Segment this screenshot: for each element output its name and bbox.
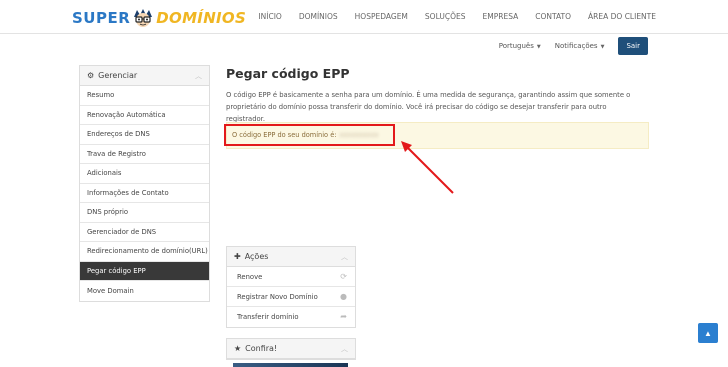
sidebar-item-resumo[interactable]: Resumo: [80, 86, 209, 106]
action-transferir-dominio[interactable]: Transferir domínio ➦: [227, 307, 355, 327]
logout-button[interactable]: Sair: [618, 37, 648, 55]
notifications-dropdown[interactable]: Notificações ▼: [555, 42, 605, 50]
sidebar-item-move-domain[interactable]: Move Domain: [80, 281, 209, 301]
confira-panel-header[interactable]: ★ Confira! ︿: [227, 339, 355, 359]
language-dropdown[interactable]: Português ▼: [499, 42, 541, 50]
sidebar-item-trava-registro[interactable]: Trava de Registro: [80, 145, 209, 164]
page-title: Pegar código EPP: [226, 66, 350, 81]
confira-panel: ★ Confira! ︿: [226, 338, 356, 360]
action-renove[interactable]: Renove ⟳: [227, 267, 355, 287]
nav-empresa[interactable]: EMPRESA: [483, 12, 519, 21]
chevron-up-icon[interactable]: ︿: [341, 252, 348, 262]
confira-panel-title: Confira!: [245, 344, 278, 353]
epp-code-value[interactable]: xxxxxxxxxx: [339, 131, 378, 139]
site-logo[interactable]: SUPER DOMÍNIOS: [72, 8, 246, 28]
globe-icon: ●: [340, 292, 347, 301]
sidebar-item-enderecos-dns[interactable]: Endereços de DNS: [80, 125, 209, 145]
main-nav: INÍCIO DOMÍNIOS HOSPEDAGEM SOLUÇÕES EMPR…: [241, 12, 656, 21]
actions-panel: ✚ Ações ︿ Renove ⟳ Registrar Novo Domíni…: [226, 246, 356, 328]
nav-dominios[interactable]: DOMÍNIOS: [299, 12, 338, 21]
caret-down-icon: ▼: [536, 44, 541, 50]
top-navbar: SUPER DOMÍNIOS INÍCIO DOMÍNIOS HOSPEDAGE…: [0, 0, 728, 34]
nav-hospedagem[interactable]: HOSPEDAGEM: [355, 12, 408, 21]
language-label: Português: [498, 42, 534, 50]
sidebar-item-pegar-codigo-epp[interactable]: Pegar código EPP: [80, 261, 209, 281]
caret-down-icon: ▼: [600, 44, 605, 50]
star-icon: ★: [234, 344, 242, 353]
logo-text-dominios: DOMÍNIOS: [156, 9, 247, 27]
actions-panel-header[interactable]: ✚ Ações ︿: [227, 247, 355, 267]
actions-panel-title: Ações: [244, 252, 269, 261]
action-transferir-label: Transferir domínio: [237, 313, 299, 321]
sidebar-header[interactable]: ⚙ Gerenciar ︿: [80, 66, 209, 86]
nav-contato[interactable]: CONTATO: [535, 12, 571, 21]
share-icon: ➦: [340, 312, 347, 321]
mascot-icon: [134, 9, 153, 27]
action-registrar-label: Registrar Novo Domínio: [237, 292, 318, 301]
sidebar-item-informacoes-contato[interactable]: Informações de Contato: [80, 184, 209, 203]
gear-icon: ⚙: [87, 71, 95, 80]
chevron-up-icon[interactable]: ︿: [195, 71, 202, 81]
notifications-label: Notificações: [554, 42, 598, 50]
sidebar-item-gerenciador-dns[interactable]: Gerenciador de DNS: [80, 223, 209, 242]
manage-sidebar: ⚙ Gerenciar ︿ Resumo Renovação Automátic…: [79, 65, 210, 302]
nav-solucoes[interactable]: SOLUÇÕES: [425, 12, 466, 21]
confira-banner[interactable]: [233, 363, 348, 367]
utility-bar: Português ▼ Notificações ▼ Sair: [499, 37, 648, 55]
sidebar-item-adicionais[interactable]: Adicionais: [80, 164, 209, 184]
nav-area-do-cliente[interactable]: ÁREA DO CLIENTE: [588, 12, 656, 21]
sidebar-item-redirecionamento[interactable]: Redirecionamento de domínio(URL): [80, 242, 209, 262]
action-renove-label: Renove: [237, 272, 263, 281]
chevron-up-icon[interactable]: ︿: [341, 344, 348, 354]
annotation-arrow-icon: [401, 141, 454, 194]
scroll-to-top-button[interactable]: ▲: [698, 323, 718, 343]
chevron-up-icon: ▲: [704, 328, 712, 338]
page-description: O código EPP é basicamente a senha para …: [226, 91, 631, 123]
refresh-icon: ⟳: [340, 272, 347, 281]
epp-code-label: O código EPP do seu domínio é:: [232, 131, 337, 139]
epp-code-message: O código EPP do seu domínio é: xxxxxxxxxx: [232, 131, 379, 139]
sidebar-item-renovacao-automatica[interactable]: Renovação Automática: [80, 106, 209, 125]
sidebar-item-dns-proprio[interactable]: DNS próprio: [80, 203, 209, 223]
logo-text-super: SUPER: [72, 9, 131, 27]
sidebar-title: Gerenciar: [98, 71, 138, 80]
plus-icon: ✚: [234, 252, 241, 261]
nav-inicio[interactable]: INÍCIO: [258, 12, 281, 21]
action-registrar-novo-dominio[interactable]: Registrar Novo Domínio ●: [227, 287, 355, 307]
